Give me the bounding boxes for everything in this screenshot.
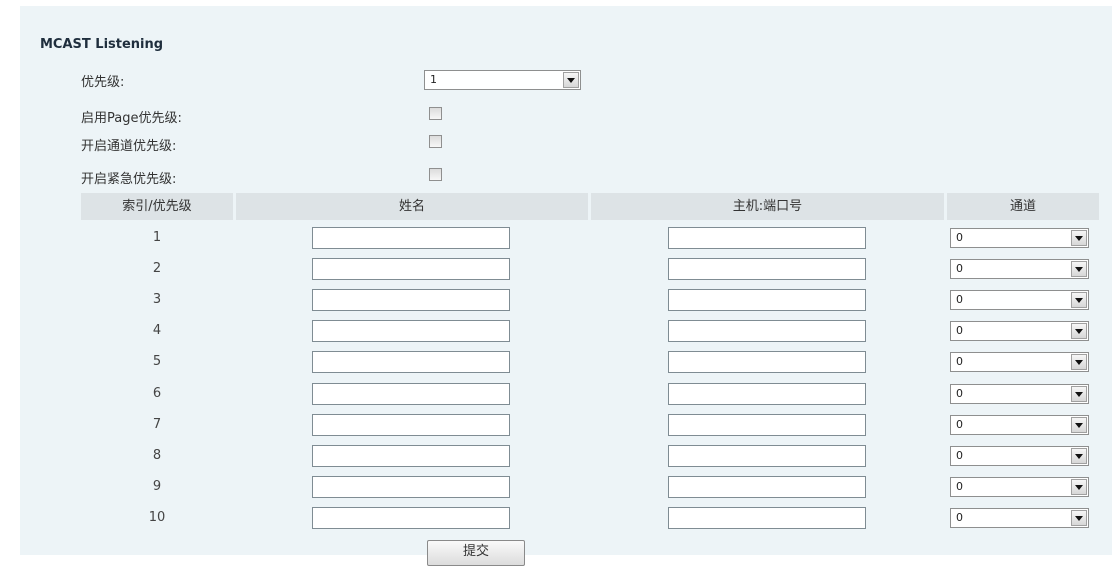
name-input[interactable] [312, 445, 510, 467]
channel-select-value: 0 [956, 480, 963, 493]
channel-select[interactable]: 0 [950, 352, 1089, 372]
section-title: MCAST Listening [40, 37, 164, 52]
channel-select[interactable]: 0 [950, 321, 1089, 341]
table-row: 4 0 [20, 318, 1112, 344]
row-index: 8 [152, 448, 162, 463]
priority-select[interactable]: 1 [424, 70, 581, 90]
column-header-name: 姓名 [236, 193, 588, 220]
channel-select[interactable]: 0 [950, 446, 1089, 466]
table-row: 2 0 [20, 256, 1112, 282]
channel-select[interactable]: 0 [950, 477, 1089, 497]
enable-channel-priority-label: 开启通道优先级: [81, 139, 177, 154]
channel-select-value: 0 [956, 449, 963, 462]
enable-channel-priority-row: 开启通道优先级: [20, 132, 720, 154]
host-port-input[interactable] [668, 320, 866, 342]
name-input[interactable] [312, 227, 510, 249]
priority-label: 优先级: [81, 75, 125, 90]
chevron-down-icon[interactable] [1071, 323, 1087, 339]
row-index: 6 [152, 386, 162, 401]
table-row: 3 0 [20, 287, 1112, 313]
chevron-down-icon[interactable] [1071, 448, 1087, 464]
table-row: 8 0 [20, 443, 1112, 469]
column-header-host-port: 主机:端口号 [591, 193, 944, 220]
name-input[interactable] [312, 258, 510, 280]
chevron-down-icon[interactable] [1071, 261, 1087, 277]
row-index: 5 [152, 354, 162, 369]
host-port-input[interactable] [668, 507, 866, 529]
table-row: 6 0 [20, 381, 1112, 407]
table-row: 10 0 [20, 505, 1112, 531]
row-index: 9 [152, 479, 162, 494]
table-row: 5 0 [20, 349, 1112, 375]
name-input[interactable] [312, 383, 510, 405]
host-port-input[interactable] [668, 289, 866, 311]
enable-page-priority-label: 启用Page优先级: [81, 111, 182, 126]
table-row: 9 0 [20, 474, 1112, 500]
name-input[interactable] [312, 289, 510, 311]
name-input[interactable] [312, 320, 510, 342]
host-port-input[interactable] [668, 258, 866, 280]
name-input[interactable] [312, 414, 510, 436]
channel-select-value: 0 [956, 231, 963, 244]
host-port-input[interactable] [668, 351, 866, 373]
chevron-down-icon[interactable] [1071, 510, 1087, 526]
priority-select-value: 1 [430, 73, 437, 86]
host-port-input[interactable] [668, 476, 866, 498]
channel-select[interactable]: 0 [950, 508, 1089, 528]
host-port-input[interactable] [668, 227, 866, 249]
column-header-channel: 通道 [947, 193, 1099, 220]
channel-select[interactable]: 0 [950, 384, 1089, 404]
chevron-down-icon[interactable] [1071, 386, 1087, 402]
mcast-listening-panel: MCAST Listening 优先级: 1 启用Page优先级: 开启通道优先… [20, 6, 1112, 566]
channel-select-value: 0 [956, 387, 963, 400]
channel-select-value: 0 [956, 293, 963, 306]
column-header-index: 索引/优先级 [81, 193, 233, 220]
host-port-input[interactable] [668, 383, 866, 405]
channel-select-value: 0 [956, 262, 963, 275]
chevron-down-icon[interactable] [563, 72, 579, 88]
chevron-down-icon[interactable] [1071, 292, 1087, 308]
channel-select[interactable]: 0 [950, 228, 1089, 248]
enable-page-priority-checkbox[interactable] [429, 107, 442, 120]
host-port-input[interactable] [668, 414, 866, 436]
chevron-down-icon[interactable] [1071, 230, 1087, 246]
table-row: 7 0 [20, 412, 1112, 438]
enable-channel-priority-checkbox[interactable] [429, 135, 442, 148]
chevron-down-icon[interactable] [1071, 417, 1087, 433]
channel-select[interactable]: 0 [950, 290, 1089, 310]
priority-row: 优先级: 1 [20, 68, 720, 90]
name-input[interactable] [312, 351, 510, 373]
submit-button[interactable]: 提交 [427, 540, 525, 566]
row-index: 4 [152, 323, 162, 338]
channel-select[interactable]: 0 [950, 415, 1089, 435]
channel-select-value: 0 [956, 511, 963, 524]
name-input[interactable] [312, 507, 510, 529]
channel-select-value: 0 [956, 355, 963, 368]
channel-select-value: 0 [956, 418, 963, 431]
host-port-input[interactable] [668, 445, 866, 467]
channel-select[interactable]: 0 [950, 259, 1089, 279]
row-index: 2 [152, 261, 162, 276]
row-index: 7 [152, 417, 162, 432]
chevron-down-icon[interactable] [1071, 479, 1087, 495]
row-index: 1 [152, 230, 162, 245]
channel-select-value: 0 [956, 324, 963, 337]
row-index: 10 [148, 510, 166, 525]
enable-emergency-priority-label: 开启紧急优先级: [81, 172, 177, 187]
chevron-down-icon[interactable] [1071, 354, 1087, 370]
row-index: 3 [152, 292, 162, 307]
enable-page-priority-row: 启用Page优先级: [20, 104, 720, 126]
enable-emergency-priority-checkbox[interactable] [429, 168, 442, 181]
enable-emergency-priority-row: 开启紧急优先级: [20, 165, 720, 187]
table-row: 1 0 [20, 225, 1112, 251]
name-input[interactable] [312, 476, 510, 498]
